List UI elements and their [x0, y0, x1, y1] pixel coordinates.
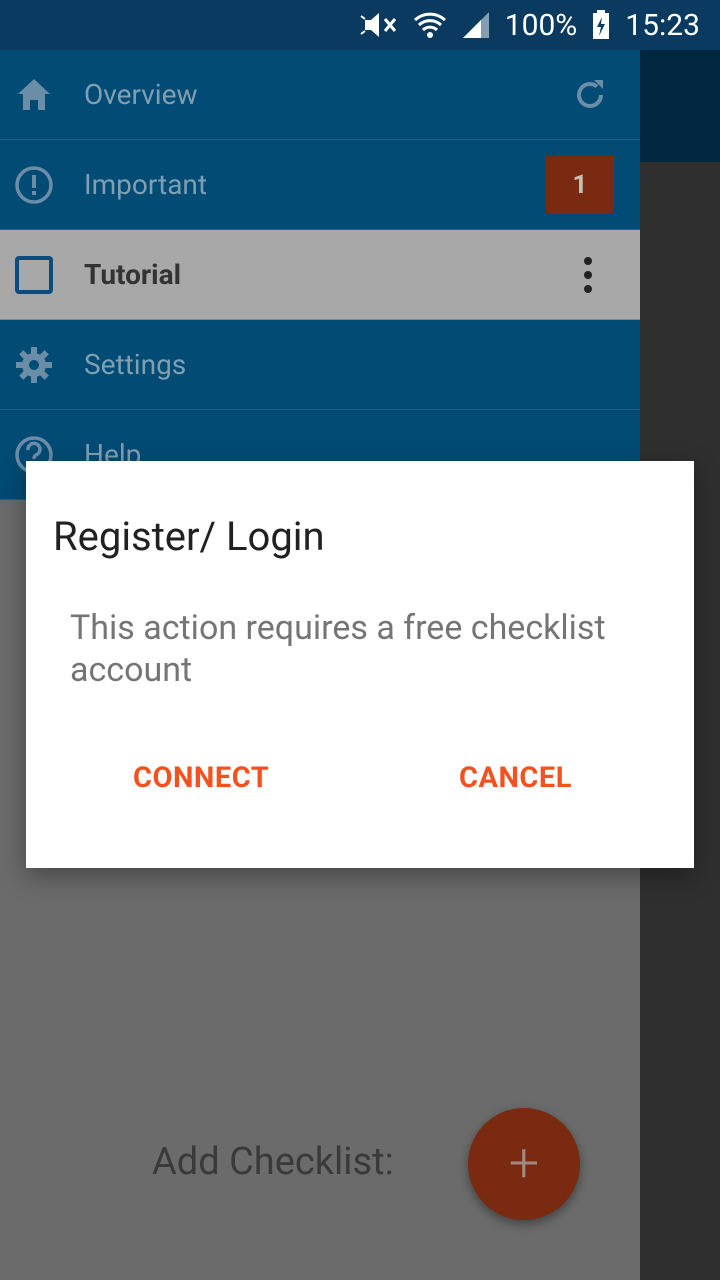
register-login-dialog: Register/ Login This action requires a f… — [26, 461, 694, 868]
alert-circle-icon — [14, 165, 54, 205]
clock: 15:23 — [625, 7, 700, 43]
app-toolbar — [640, 50, 720, 162]
drawer-item-label: Settings — [84, 348, 187, 381]
drawer-item-label: Tutorial — [84, 258, 181, 291]
drawer-item-overview[interactable]: Overview — [0, 50, 640, 140]
gear-icon — [14, 345, 54, 385]
home-icon — [14, 75, 54, 115]
status-bar: 100% 15:23 — [0, 0, 720, 50]
wifi-icon — [413, 10, 447, 40]
mute-icon — [359, 10, 399, 40]
add-checklist-button[interactable]: + — [468, 1108, 580, 1220]
dialog-title: Register/ Login — [53, 513, 325, 560]
more-vert-icon[interactable] — [576, 255, 600, 295]
refresh-icon[interactable] — [570, 75, 610, 115]
drawer-item-tutorial[interactable]: Tutorial — [0, 230, 640, 320]
battery-percent: 100% — [504, 7, 578, 43]
drawer-item-label: Important — [84, 168, 208, 201]
drawer-item-settings[interactable]: Settings — [0, 320, 640, 410]
cancel-button[interactable]: CANCEL — [459, 761, 572, 795]
drawer-item-label: Overview — [84, 78, 198, 111]
dialog-message: This action requires a free checklist ac… — [70, 608, 606, 690]
add-checklist-label: Add Checklist: — [152, 1140, 394, 1184]
battery-charging-icon — [591, 9, 611, 41]
count-badge: 1 — [546, 156, 614, 214]
drawer-item-important[interactable]: Important 1 — [0, 140, 640, 230]
connect-button[interactable]: CONNECT — [133, 761, 269, 795]
checkbox-icon — [14, 255, 54, 295]
signal-icon — [461, 10, 491, 40]
